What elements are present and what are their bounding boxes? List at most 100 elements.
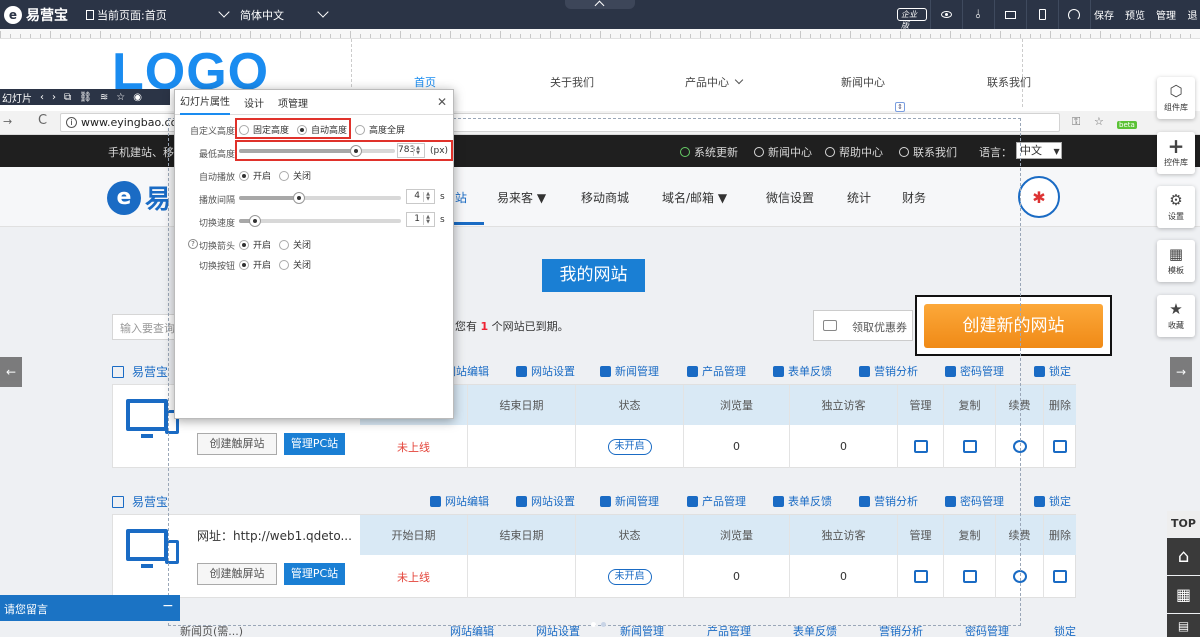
home-icon[interactable]: ⌂ (1167, 538, 1200, 575)
apps-grid-icon[interactable]: ▦ (1167, 576, 1200, 613)
autoplay-label: 自动播放 (198, 173, 235, 183)
page-icon (86, 10, 94, 20)
save-button[interactable]: 保存 (1092, 0, 1116, 29)
page-selector-label: 当前页面:首页 (97, 9, 167, 22)
menu-icon[interactable]: ▤ (1167, 614, 1200, 637)
exit-button[interactable]: 退 (1185, 0, 1200, 29)
page-selector[interactable]: 当前页面:首页 (86, 7, 167, 23)
radio-autoplay-on[interactable]: 开启 (239, 169, 271, 182)
chevron-up-icon (594, 0, 605, 11)
resize-handle[interactable]: ⇕ (895, 102, 905, 112)
site-nav-products[interactable]: 产品中心 (685, 74, 744, 90)
edit-square-icon (112, 495, 124, 508)
key-icon: ⚿ (1072, 115, 1081, 128)
desktop-icon (126, 399, 168, 438)
radio-auto-height[interactable]: 自动高度 (297, 123, 347, 136)
brand[interactable]: e 易营宝 (4, 4, 68, 26)
logo-e-icon: e (107, 180, 141, 215)
top-bar-text: 手机建站、移 (108, 146, 174, 159)
site-nav-home[interactable]: 首页 (414, 74, 436, 90)
tab-slider-properties[interactable]: 幻灯片属性 (180, 90, 230, 115)
custom-height-label: 自定义高度 (189, 127, 235, 137)
radio-arrows-on[interactable]: 开启 (239, 238, 271, 251)
layers-icon[interactable]: ≋ (100, 92, 108, 103)
prev-icon[interactable]: ‹ (40, 92, 44, 103)
card-title: 易营宝 (112, 493, 168, 510)
edit-square-icon (112, 365, 124, 378)
next-icon[interactable]: › (52, 92, 56, 103)
radio-autoplay-off[interactable]: 关闭 (279, 169, 311, 182)
settings-button[interactable]: ⚙ 设置 (1157, 186, 1195, 228)
min-height-unit: (px) (430, 146, 449, 156)
desktop-icon[interactable] (997, 0, 1023, 29)
logo-e-icon: e (4, 6, 22, 24)
interval-slider[interactable] (239, 192, 401, 204)
lock-icon (1034, 495, 1045, 507)
align-icon[interactable]: ⫰ (965, 0, 991, 29)
support-icon[interactable] (1061, 0, 1087, 29)
templates-button[interactable]: ▦ 模板 (1157, 240, 1195, 282)
slide-prev-arrow[interactable]: ← (0, 357, 22, 387)
ruler (0, 29, 1200, 39)
site-nav-news[interactable]: 新闻中心 (841, 74, 885, 90)
slider-knob[interactable] (249, 215, 262, 227)
close-icon[interactable]: ✕ (437, 95, 447, 109)
radio-full-height[interactable]: 高度全屏 (355, 123, 405, 136)
preview-button[interactable]: 预览 (1123, 0, 1147, 29)
yyb-logo: e易 (107, 179, 171, 216)
back-to-top-button[interactable]: TOP (1167, 511, 1200, 537)
min-height-slider[interactable] (239, 145, 395, 157)
mobile-icon[interactable] (1029, 0, 1055, 29)
link-icon[interactable]: ⛓ (79, 92, 92, 103)
leave-message-bar[interactable]: 请您留言 − (0, 595, 180, 621)
plus-icon: + (1167, 133, 1185, 158)
slide-dot (591, 622, 596, 627)
eye-icon[interactable] (933, 0, 959, 29)
speed-input[interactable]: 1 ▲ ▼ (406, 212, 435, 227)
back-icon: → (3, 115, 13, 128)
manage-button[interactable]: 管理 (1154, 0, 1178, 29)
chevron-down-icon[interactable] (317, 6, 329, 18)
site-nav-about[interactable]: 关于我们 (550, 74, 594, 90)
arrows-label: 切换箭头 (198, 242, 235, 252)
chevron-down-icon[interactable] (218, 6, 230, 18)
copy-icon[interactable]: ⧉ (64, 92, 71, 103)
slide-dots[interactable] (591, 622, 606, 627)
interval-unit: s (440, 192, 445, 202)
desktop-icon (126, 529, 168, 568)
interval-label: 播放间隔 (198, 196, 235, 206)
dialog-tabs: 幻灯片属性 设计 项管理 (175, 90, 453, 115)
favorites-button[interactable]: ★ 收藏 (1157, 295, 1195, 337)
radio-buttons-off[interactable]: 关闭 (279, 258, 311, 271)
tab-item-management[interactable]: 项管理 (278, 95, 308, 110)
trash-icon (1053, 570, 1067, 583)
slide-dot (601, 622, 606, 627)
bookmark-star-icon: ☆ (1094, 115, 1104, 128)
slide-next-arrow[interactable]: → (1170, 357, 1192, 387)
interval-input[interactable]: 4 ▲ ▼ (406, 189, 435, 204)
speed-slider[interactable] (239, 215, 401, 227)
radio-buttons-on[interactable]: 开启 (239, 258, 271, 271)
beta-badge: beta (1117, 121, 1137, 129)
radio-arrows-off[interactable]: 关闭 (279, 238, 311, 251)
speed-unit: s (440, 215, 445, 225)
cube-icon: ⬡ (1169, 81, 1183, 100)
language-selector[interactable]: 简体中文 (240, 7, 284, 23)
slider-knob[interactable] (292, 192, 305, 204)
site-nav-contact[interactable]: 联系我们 (987, 74, 1031, 90)
star-icon[interactable]: ☆ (116, 92, 125, 103)
star-icon: ★ (1169, 299, 1183, 318)
tab-design[interactable]: 设计 (244, 95, 264, 110)
slider-label: 幻灯片 (2, 93, 32, 105)
min-height-input[interactable]: 783 ▲ ▼ (397, 143, 425, 158)
slider-module-toolbar: 幻灯片 ‹ › ⧉ ⛓ ≋ ☆ ◉ (0, 89, 170, 105)
component-library-button[interactable]: ⬡ 组件库 (1157, 77, 1195, 119)
reload-icon: C (38, 113, 48, 128)
eye-icon[interactable]: ◉ (133, 92, 142, 103)
slider-properties-dialog: 幻灯片属性 设计 项管理 ✕ 自定义高度 固定高度 自动高度 高度全屏 最低高度… (174, 89, 454, 419)
speed-label: 切换速度 (198, 219, 235, 229)
slider-knob[interactable] (350, 145, 362, 157)
collapse-handle[interactable] (565, 0, 635, 11)
grid-icon: ▦ (1168, 244, 1184, 263)
control-library-button[interactable]: + 控件库 (1157, 132, 1195, 174)
